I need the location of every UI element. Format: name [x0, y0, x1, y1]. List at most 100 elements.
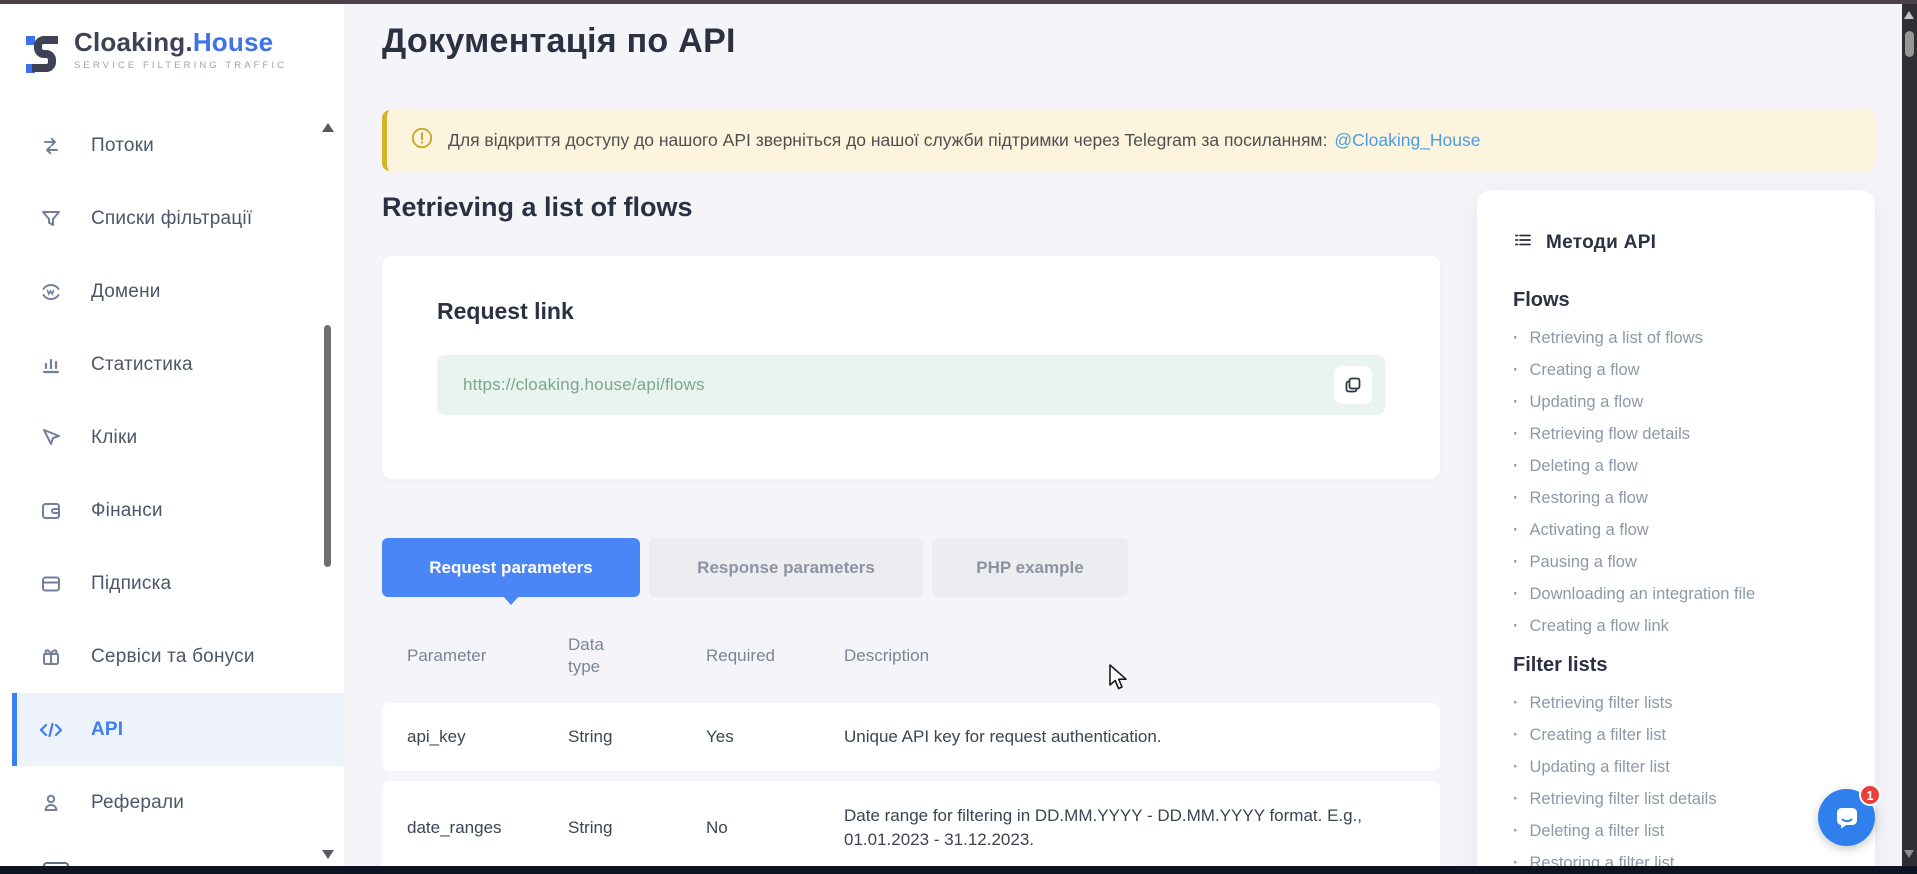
api-methods-panel: Методи API Flows Retrieving a list of fl… [1477, 190, 1875, 874]
method-link[interactable]: Deleting a flow [1513, 450, 1851, 482]
sidebar-item-clicks[interactable]: Кліки [0, 401, 344, 474]
sidebar-item-label: Статистика [91, 354, 193, 376]
sidebar-item-subscription[interactable]: Підписка [0, 547, 344, 620]
flows-sync-icon [38, 134, 64, 158]
support-chat-button[interactable]: 1 [1818, 789, 1875, 846]
warning-icon [411, 127, 433, 154]
method-link[interactable]: Deleting a filter list [1513, 815, 1851, 847]
sidebar-item-filter-lists[interactable]: Списки фільтрації [0, 182, 344, 255]
request-link-card: Request link https://cloaking.house/api/… [382, 256, 1440, 479]
methods-group-filter-lists: Filter lists [1513, 654, 1851, 677]
table-row: api_key String Yes Unique API key for re… [382, 703, 1440, 771]
parameter-tabs: Request parameters Response parameters P… [382, 538, 1128, 597]
methods-group-flows: Flows [1513, 289, 1851, 312]
request-url: https://cloaking.house/api/flows [463, 375, 705, 395]
method-link[interactable]: Retrieving filter lists [1513, 687, 1851, 719]
sidebar-item-label: API [91, 719, 123, 741]
flows-method-list: Retrieving a list of flows Creating a fl… [1513, 322, 1851, 642]
sidebar-item-label: Підписка [91, 573, 171, 595]
services-gift-icon [38, 645, 64, 669]
sidebar-item-label: Сервіси та бонуси [91, 646, 255, 668]
logo-tagline: SERVICE FILTERING TRAFFIC [74, 60, 287, 71]
methods-header: Методи API [1513, 230, 1851, 255]
method-link[interactable]: Activating a flow [1513, 514, 1851, 546]
logo[interactable]: Cloaking.House SERVICE FILTERING TRAFFIC [24, 28, 287, 85]
sidebar-item-label: Домени [91, 281, 161, 303]
column-header-required: Required [706, 646, 844, 666]
sidebar-item-domains[interactable]: Домени [0, 255, 344, 328]
sidebar-item-finance[interactable]: Фінанси [0, 474, 344, 547]
sidebar: Cloaking.House SERVICE FILTERING TRAFFIC… [0, 4, 344, 866]
sidebar-item-api[interactable]: API [12, 693, 344, 766]
mouse-cursor [1108, 664, 1130, 697]
chat-unread-badge: 1 [1859, 784, 1881, 806]
sidebar-item-label: Фінанси [91, 500, 163, 522]
alert-text: Для відкриття доступу до нашого API звер… [448, 130, 1327, 151]
api-access-alert: Для відкриття доступу до нашого API звер… [382, 110, 1875, 171]
tab-php-example[interactable]: PHP example [932, 538, 1128, 597]
section-title: Retrieving a list of flows [382, 192, 693, 223]
app-screen: Cloaking.House SERVICE FILTERING TRAFFIC… [0, 0, 1917, 874]
tab-request-parameters[interactable]: Request parameters [382, 538, 640, 597]
column-header-parameter: Parameter [407, 646, 568, 666]
method-link[interactable]: Retrieving flow details [1513, 418, 1851, 450]
page-scroll-up-arrow[interactable] [1904, 11, 1914, 19]
filter-lists-method-list: Retrieving filter lists Creating a filte… [1513, 687, 1851, 874]
method-link[interactable]: Updating a flow [1513, 386, 1851, 418]
method-link[interactable]: Pausing a flow [1513, 546, 1851, 578]
logo-text: Cloaking.House SERVICE FILTERING TRAFFIC [74, 28, 287, 71]
method-link[interactable]: Creating a flow link [1513, 610, 1851, 642]
table-row: date_ranges String No Date range for fil… [382, 781, 1440, 874]
subscription-card-icon [38, 572, 64, 596]
method-link[interactable]: Downloading an integration file [1513, 578, 1851, 610]
chat-bubble-icon [1833, 804, 1861, 832]
method-link[interactable]: Creating a filter list [1513, 719, 1851, 751]
sidebar-item-statistics[interactable]: Статистика [0, 328, 344, 401]
domain-globe-icon [38, 280, 64, 304]
page-scroll-down-arrow[interactable] [1904, 850, 1914, 858]
cell-data-type: String [568, 727, 706, 747]
cell-required: No [706, 818, 844, 838]
cell-parameter: api_key [407, 727, 568, 747]
page-title: Документація по API [382, 22, 736, 61]
telegram-link[interactable]: @Cloaking_House [1334, 130, 1480, 151]
logo-mark-icon [24, 28, 64, 85]
filter-funnel-icon [38, 207, 64, 231]
referrals-person-icon [38, 791, 64, 815]
cell-data-type: String [568, 818, 706, 838]
method-link[interactable]: Updating a filter list [1513, 751, 1851, 783]
cell-required: Yes [706, 727, 844, 747]
sidebar-scrollbar-thumb[interactable] [324, 325, 331, 567]
statistics-bars-icon [38, 353, 64, 377]
page-scrollbar [1902, 4, 1917, 866]
clicks-cursor-icon [38, 426, 64, 450]
page-scrollbar-thumb[interactable] [1905, 31, 1914, 57]
sidebar-item-label: Списки фільтрації [91, 208, 252, 230]
sidebar-nav: Потоки Списки фільтрації Домени Статисти… [0, 109, 344, 839]
column-header-data-type: Data type [568, 634, 616, 678]
copy-url-button[interactable] [1334, 366, 1372, 404]
window-bottom-bar [0, 866, 1917, 874]
sidebar-scroll-down-arrow[interactable] [322, 850, 334, 859]
method-link[interactable]: Retrieving filter list details [1513, 783, 1851, 815]
brand-name: Cloaking.House [74, 28, 287, 57]
sidebar-item-flows[interactable]: Потоки [0, 109, 344, 182]
list-icon [1513, 230, 1533, 255]
method-link[interactable]: Creating a flow [1513, 354, 1851, 386]
column-header-description: Description [844, 646, 1440, 666]
finance-wallet-icon [38, 499, 64, 523]
api-code-icon [38, 718, 64, 742]
method-link[interactable]: Retrieving a list of flows [1513, 322, 1851, 354]
cell-parameter: date_ranges [407, 818, 568, 838]
tab-response-parameters[interactable]: Response parameters [649, 538, 923, 597]
cell-description: Date range for filtering in DD.MM.YYYY -… [844, 804, 1440, 852]
method-link[interactable]: Restoring a flow [1513, 482, 1851, 514]
table-header-row: Parameter Data type Required Description [382, 628, 1440, 684]
methods-title: Методи API [1546, 232, 1656, 254]
cell-description: Unique API key for request authenticatio… [844, 725, 1440, 749]
sidebar-item-referrals[interactable]: Реферали [0, 766, 344, 839]
sidebar-scroll-up-arrow[interactable] [322, 123, 334, 132]
sidebar-item-services[interactable]: Сервіси та бонуси [0, 620, 344, 693]
request-link-title: Request link [437, 298, 1385, 325]
sidebar-item-label: Кліки [91, 427, 137, 449]
